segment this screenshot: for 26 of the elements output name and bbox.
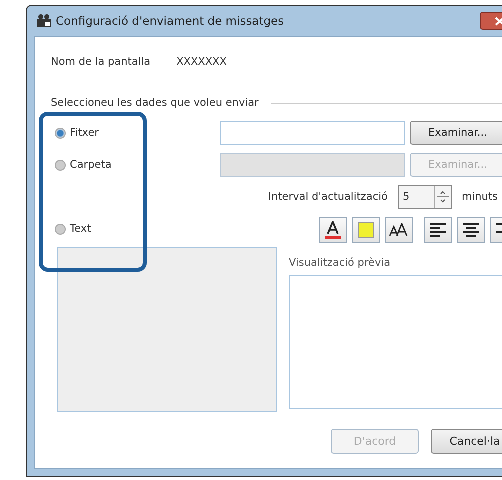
radio-button[interactable]: Text — [55, 217, 215, 241]
preview-label: Visualització prèvia — [289, 257, 392, 269]
browse-button[interactable]: Examinar... — [410, 121, 502, 145]
format-button[interactable] — [385, 217, 413, 243]
interval-unit: minuts — [462, 191, 498, 203]
group-label: Seleccioneu les dades que voleu enviar — [51, 97, 259, 109]
format-button[interactable] — [457, 217, 485, 243]
format-button[interactable] — [424, 217, 452, 243]
window-title: Configuració d'enviament de missatges — [56, 14, 286, 28]
text-color-icon — [325, 221, 341, 239]
text-input-area[interactable] — [57, 247, 277, 412]
radio-button[interactable]: Carpeta — [55, 153, 215, 177]
app-icon — [36, 14, 52, 28]
close-icon — [495, 16, 502, 26]
screen-name-value: XXXXXXX — [176, 56, 227, 70]
interval-label: Interval d'actualització — [268, 191, 388, 203]
font-size-icon — [389, 223, 409, 237]
screen-name-label: Nom de la pantalla — [51, 56, 151, 70]
dialog-button[interactable]: Cancel·la — [431, 429, 502, 454]
fill-color-icon — [358, 222, 374, 238]
path-field[interactable] — [220, 121, 405, 145]
align-left-icon — [430, 223, 446, 237]
format-button[interactable] — [319, 217, 347, 243]
radio-button[interactable]: Fitxer — [55, 121, 215, 145]
interval-spinner[interactable]: 5 — [398, 185, 452, 209]
align-center-icon — [463, 223, 479, 237]
